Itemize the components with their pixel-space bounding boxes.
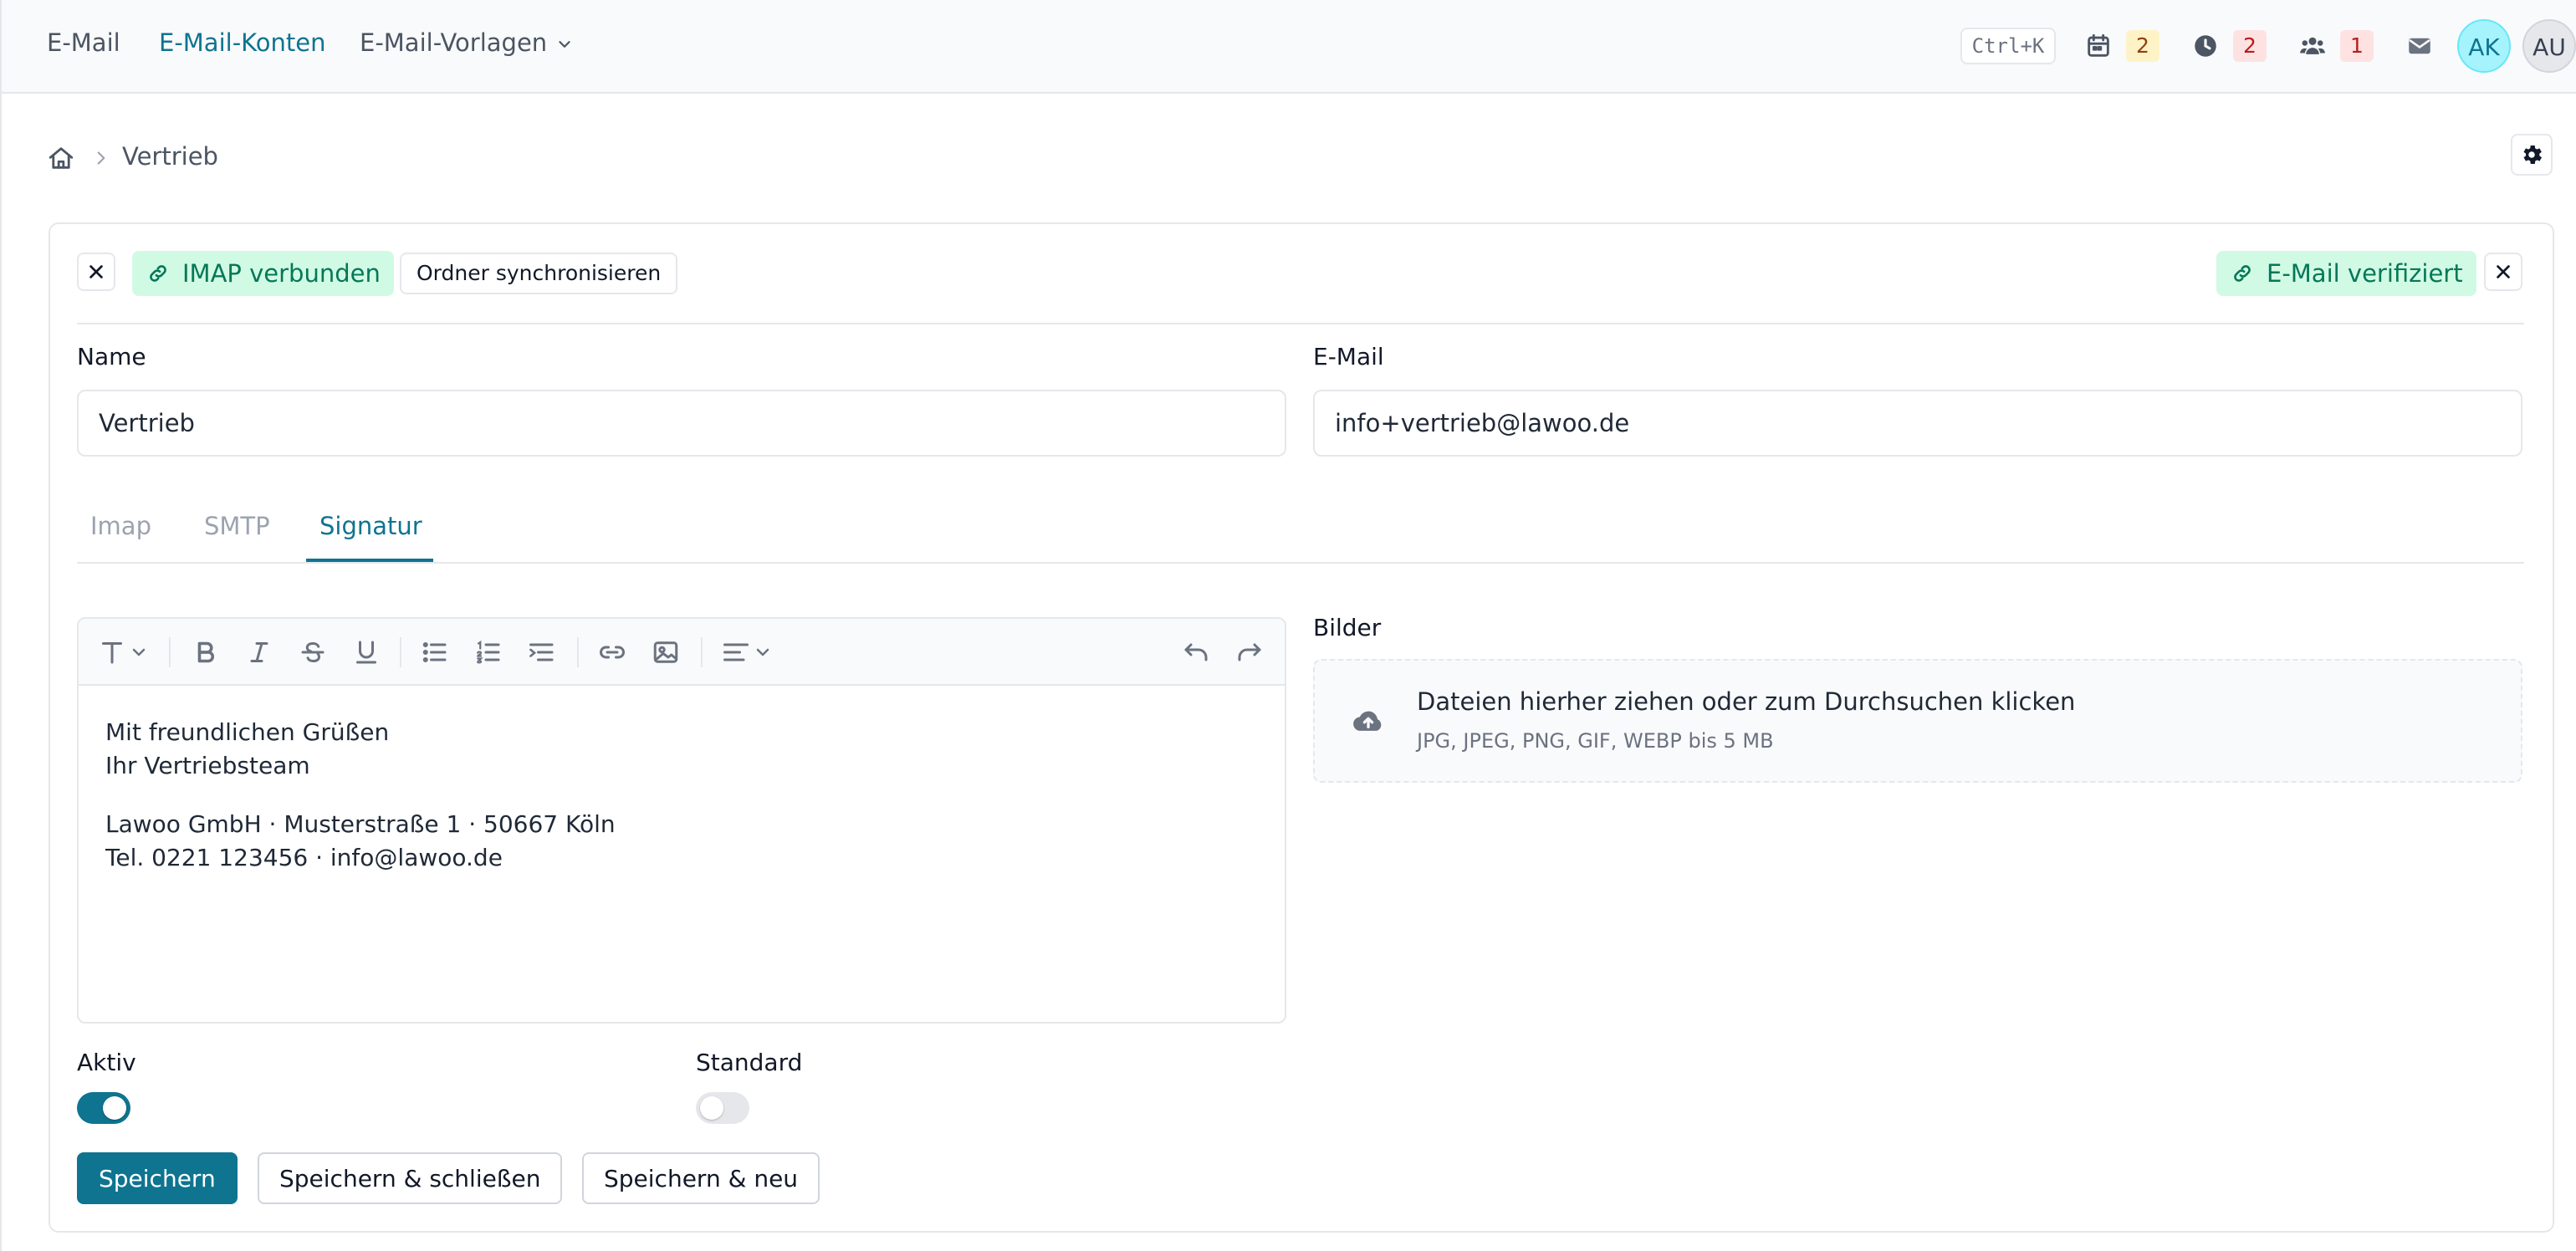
link-icon [2234,265,2251,282]
default-toggle[interactable] [696,1092,749,1124]
breadcrumb-current: Vertrieb [122,142,218,171]
email-verified-badge: E-Mail verifiziert [2216,251,2476,296]
users-icon[interactable] [2298,32,2327,60]
toggle-knob [103,1096,126,1120]
nav-item-email[interactable]: E-Mail [47,28,120,57]
images-label: Bilder [1313,614,1382,641]
tab-imap[interactable]: Imap [90,512,151,540]
italic-icon[interactable] [244,637,274,667]
app-window: E-Mail E-Mail-Konten E-Mail-Vorlagen Ctr… [0,0,2576,1251]
nav-item-email-templates[interactable]: E-Mail-Vorlagen [360,28,574,57]
name-input[interactable] [77,390,1286,457]
signature-line: Mit freundlichen Grüßen [105,718,390,746]
undo-icon[interactable] [1181,637,1211,667]
link-icon [150,265,166,282]
toolbar-separator [577,637,579,667]
toolbar-separator [169,637,171,667]
cloud-upload-icon [1353,711,1382,731]
clock-count-badge: 2 [2233,30,2267,62]
dropzone-title: Dateien hierher ziehen oder zum Durchsuc… [1417,687,2076,716]
gear-icon [2523,146,2542,164]
imap-status-badge: IMAP verbunden [132,251,394,296]
save-button[interactable]: Speichern [77,1152,238,1204]
chevron-down-icon[interactable] [129,637,149,667]
command-palette-shortcut[interactable]: Ctrl+K [1960,28,2056,64]
signature-line: Ihr Vertriebsteam [105,752,310,779]
signature-line: Lawoo GmbH · Musterstraße 1 · 50667 Köln [105,810,616,838]
email-input[interactable] [1313,390,2522,457]
imap-status-text: IMAP verbunden [182,259,381,288]
dropzone-hint: JPG, JPEG, PNG, GIF, WEBP bis 5 MB [1417,729,1774,753]
name-label: Name [77,343,146,370]
default-label: Standard [696,1049,803,1076]
nav-item-email-templates-label: E-Mail-Vorlagen [360,28,548,57]
avatar-au[interactable]: AU [2522,19,2576,73]
image-dropzone[interactable]: Dateien hierher ziehen oder zum Durchsuc… [1313,659,2522,783]
ordered-list-icon[interactable] [473,637,503,667]
close-button-left[interactable] [77,253,115,291]
calendar-icon[interactable] [2084,32,2113,60]
calendar-count-badge: 2 [2126,30,2159,62]
save-and-new-button[interactable]: Speichern & neu [582,1152,820,1204]
indent-icon[interactable] [527,637,557,667]
close-icon [2497,265,2510,278]
close-icon [89,265,103,278]
envelope-icon[interactable] [2405,32,2434,60]
toolbar-separator [701,637,703,667]
header-divider [77,323,2524,324]
close-button-right[interactable] [2484,253,2522,291]
bold-icon[interactable] [191,637,221,667]
avatar-ak[interactable]: AK [2457,19,2511,73]
toolbar-separator [400,637,401,667]
settings-button[interactable] [2511,134,2553,176]
active-toggle[interactable] [77,1092,130,1124]
image-icon[interactable] [651,637,681,667]
align-left-icon[interactable] [721,637,751,667]
signature-editor: Mit freundlichen Grüßen Ihr Vertriebstea… [77,617,1286,1024]
users-count-badge: 1 [2340,30,2374,62]
link-icon[interactable] [597,637,627,667]
active-label: Aktiv [77,1049,136,1076]
toggle-knob [700,1096,723,1120]
chevron-down-icon [559,41,570,48]
signature-content[interactable]: Mit freundlichen Grüßen Ihr Vertriebstea… [105,716,616,875]
underline-icon[interactable] [351,637,381,667]
save-and-close-button[interactable]: Speichern & schließen [258,1152,563,1204]
email-verified-text: E-Mail verifiziert [2267,259,2463,288]
clock-icon[interactable] [2191,32,2220,60]
strikethrough-icon[interactable] [298,637,328,667]
text-style-icon[interactable] [97,637,127,667]
tabs-divider [77,562,2524,564]
email-label: E-Mail [1313,343,1384,370]
chevron-right-icon [97,151,105,165]
chevron-down-icon[interactable] [753,637,773,667]
home-icon[interactable] [47,144,75,172]
signature-line: Tel. 0221 123456 · info@lawoo.de [105,844,503,871]
nav-item-email-accounts[interactable]: E-Mail-Konten [159,28,325,57]
top-navigation-bar: E-Mail E-Mail-Konten E-Mail-Vorlagen Ctr… [2,0,2576,94]
tab-signatur[interactable]: Signatur [319,512,422,540]
email-account-form-card: IMAP verbunden Ordner synchronisieren E-… [49,222,2554,1233]
redo-icon[interactable] [1234,637,1265,667]
sync-folders-button[interactable]: Ordner synchronisieren [400,253,678,294]
tab-smtp[interactable]: SMTP [204,512,270,540]
editor-toolbar [79,619,1285,686]
bullet-list-icon[interactable] [420,637,450,667]
